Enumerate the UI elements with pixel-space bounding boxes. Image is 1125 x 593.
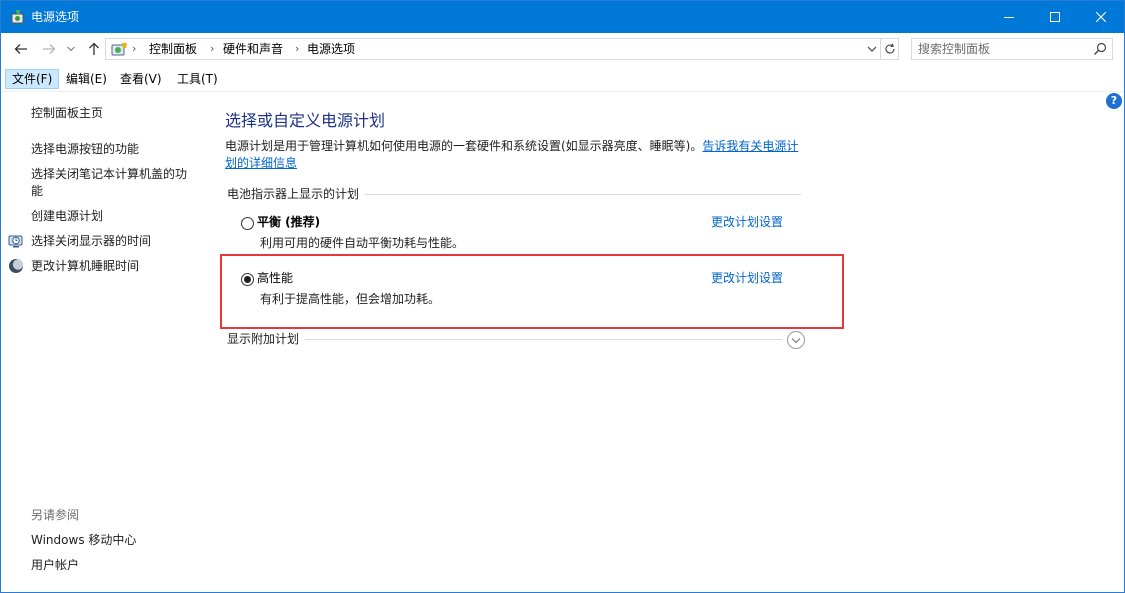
power-options-app-icon [11,10,24,24]
minimize-icon [1004,17,1014,18]
sidebar-item-control-panel-home[interactable]: 控制面板主页 [31,105,103,122]
help-icon[interactable]: ? [1106,93,1122,109]
search-box[interactable] [911,38,1113,60]
sidebar-item-sleep-time[interactable]: 更改计算机睡眠时间 [31,258,139,275]
search-input[interactable] [918,41,1088,57]
menu-tools[interactable]: 工具(T) [171,69,224,89]
refresh-button[interactable] [881,38,899,60]
plan-balanced-change-settings-link[interactable]: 更改计划设置 [711,214,783,230]
menu-edit[interactable]: 编辑(E) [60,69,113,89]
menu-file[interactable]: 文件(F) [5,69,60,89]
breadcrumb-separator: › [210,42,215,55]
sidebar-item-create-plan[interactable]: 创建电源计划 [31,208,103,225]
description-text: 电源计划是用于管理计算机如何使用电源的一套硬件和系统设置(如显示器亮度、睡眠等)… [225,139,703,153]
address-bar[interactable]: › 控制面板 › 硬件和声音 › 电源选项 [105,38,881,60]
learn-more-link-line2[interactable]: 划的详细信息 [225,156,297,170]
sidebar-item-power-button[interactable]: 选择电源按钮的功能 [31,141,139,158]
battery-plans-group-label: 电池指示器上显示的计划 [227,186,366,202]
see-also-user-accounts[interactable]: 用户帐户 [31,557,79,574]
see-also-windows-mobility-center[interactable]: Windows 移动中心 [31,532,136,549]
breadcrumb-power-options[interactable]: 电源选项 [307,42,355,56]
sidebar-item-lid-close[interactable]: 选择关闭笔记本计算机盖的功 [31,166,187,183]
expand-additional-plans-button[interactable] [787,331,805,349]
sidebar-item-display-off[interactable]: 选择关闭显示器的时间 [31,233,151,250]
window-title: 电源选项 [31,10,80,24]
maximize-icon [1050,12,1060,22]
page-description: 电源计划是用于管理计算机如何使用电源的一套硬件和系统设置(如显示器亮度、睡眠等)… [225,138,805,172]
maximize-button[interactable] [1032,1,1078,33]
highlight-annotation-box [220,254,844,329]
chevron-down-icon [67,46,75,52]
breadcrumb-separator: › [295,42,300,55]
refresh-icon [885,43,895,54]
search-icon[interactable] [1093,42,1107,56]
up-button[interactable] [84,39,104,59]
title-bar: 电源选项 [1,1,1124,33]
see-also-heading: 另请参阅 [31,508,80,522]
close-button[interactable] [1078,1,1124,33]
breadcrumb-separator: › [132,42,137,55]
clock-monitor-icon [8,235,23,248]
plan-balanced-radio[interactable] [241,217,254,230]
arrow-up-icon [89,42,99,55]
power-options-window: 电源选项 › 控制面板 › 硬件和声音 › 电源选项 搜索控制面板 文件(F) … [0,0,1125,593]
menu-bar: 文件(F) 编辑(E) 查看(V) 工具(T) [1,67,1124,91]
page-title: 选择或自定义电源计划 [225,111,386,130]
sidebar-item-lid-close-line2[interactable]: 能 [31,183,43,200]
address-dropdown-icon[interactable] [866,42,878,56]
learn-more-link[interactable]: 告诉我有关电源计 [702,139,798,153]
plan-balanced-name[interactable]: 平衡 (推荐) [257,214,320,230]
breadcrumb-control-panel[interactable]: 控制面板 [149,42,197,56]
navigation-bar: › 控制面板 › 硬件和声音 › 电源选项 [1,33,1124,65]
plan-balanced-description: 利用可用的硬件自动平衡功耗与性能。 [260,236,465,250]
moon-sleep-icon [9,259,24,273]
recent-locations-button[interactable] [64,39,78,59]
back-button[interactable] [11,39,31,59]
forward-button[interactable] [39,39,59,59]
control-panel-icon [111,43,127,56]
chevron-down-icon [791,337,801,343]
show-additional-plans-label[interactable]: 显示附加计划 [227,331,306,347]
close-icon [1096,12,1106,22]
breadcrumb-hardware-sound[interactable]: 硬件和声音 [223,42,283,56]
menu-divider [1,91,1124,92]
arrow-right-icon [43,44,56,54]
additional-plans-divider [227,339,782,340]
arrow-left-icon [14,44,27,54]
menu-view[interactable]: 查看(V) [114,69,168,89]
minimize-button[interactable] [986,1,1032,33]
